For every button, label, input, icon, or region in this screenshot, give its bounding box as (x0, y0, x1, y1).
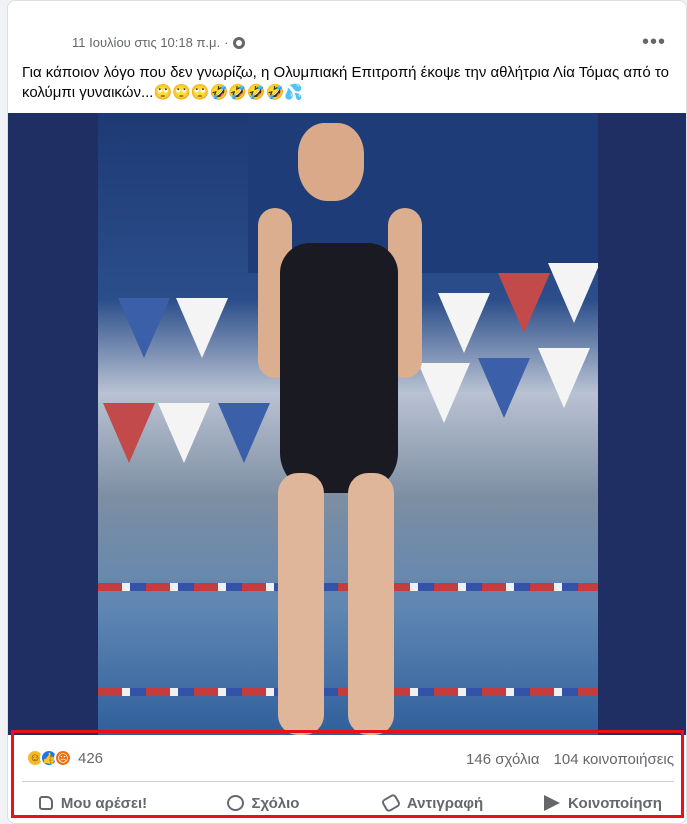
pennant-banner (538, 348, 590, 408)
comment-button[interactable]: Σχόλιο (178, 785, 348, 821)
copy-button[interactable]: Αντιγραφή (348, 785, 518, 821)
more-options-button[interactable]: ••• (642, 31, 666, 54)
thumbs-up-icon (38, 796, 53, 810)
pennant-banner (118, 298, 170, 358)
reaction-stats-bar: ☺ 👍 ☹ 426 146 σχόλια 104 κοινοποιήσεις (8, 741, 686, 779)
pennant-banner (103, 403, 155, 463)
post-timestamp[interactable]: 11 Ιουλίου στις 10:18 π.μ. (72, 35, 220, 50)
pennant-banner (478, 358, 530, 418)
post-meta: 11 Ιουλίου στις 10:18 π.μ. · (72, 35, 245, 50)
divider (22, 781, 674, 782)
pennant-banner (548, 263, 598, 323)
link-icon (380, 792, 402, 814)
swimmer-image (98, 113, 598, 735)
globe-icon (232, 36, 245, 49)
pennant-banner (158, 403, 210, 463)
post-photo[interactable] (8, 113, 686, 735)
share-button[interactable]: Κοινοποίηση (518, 785, 686, 821)
pennant-banner (176, 298, 228, 358)
share-arrow-icon (544, 795, 561, 811)
swimsuit (280, 243, 398, 493)
reactions-summary[interactable]: ☺ 👍 ☹ 426 (26, 749, 103, 767)
comment-label: Σχόλιο (251, 794, 300, 812)
engagement-counts: 146 σχόλια 104 κοινοποιήσεις (466, 751, 674, 768)
swimmer-leg (348, 473, 394, 735)
pennant-banner (438, 293, 490, 353)
like-button[interactable]: Μου αρέσει! (8, 785, 178, 821)
post-actions: Μου αρέσει! Σχόλιο Αντιγραφή Κοινοποίηση (8, 785, 686, 821)
angry-icon: ☹ (54, 749, 72, 767)
separator-dot: · (224, 35, 229, 50)
comments-count-link[interactable]: 146 σχόλια (466, 751, 539, 768)
post-card: 11 Ιουλίου στις 10:18 π.μ. · ••• Για κάπ… (7, 0, 687, 824)
pennant-banner (218, 403, 270, 463)
like-label: Μου αρέσει! (60, 794, 148, 812)
shares-count-link[interactable]: 104 κοινοποιήσεις (554, 751, 674, 768)
pennant-banner (498, 273, 550, 333)
pennant-banner (418, 363, 470, 423)
swimmer-leg (278, 473, 324, 735)
post-header: 11 Ιουλίου στις 10:18 π.μ. · ••• (8, 31, 686, 57)
swimmer-head (298, 123, 364, 201)
post-text: Για κάποιον λόγο που δεν γνωρίζω, η Ολυμ… (22, 64, 669, 101)
speech-bubble-icon (226, 795, 244, 811)
copy-label: Αντιγραφή (406, 794, 484, 812)
reaction-count: 426 (78, 749, 104, 767)
share-label: Κοινοποίηση (568, 794, 662, 812)
